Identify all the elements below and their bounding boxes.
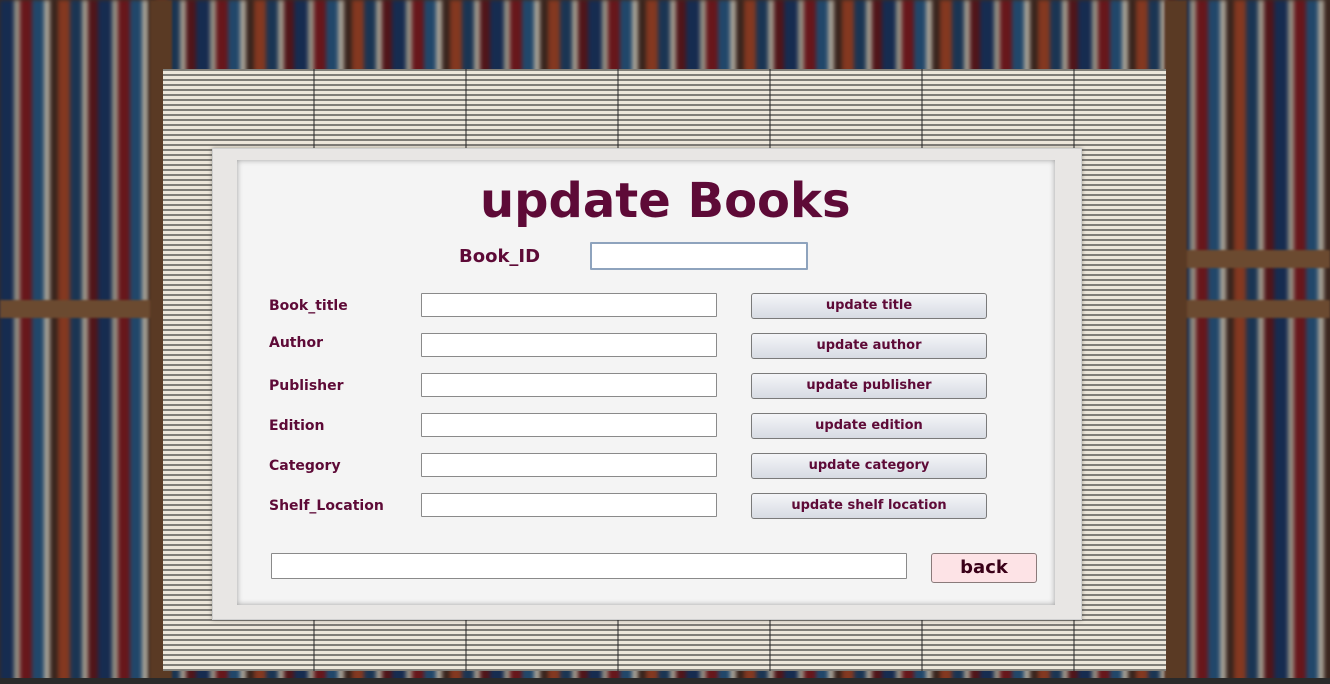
update-publisher-button[interactable]: update publisher — [751, 373, 987, 399]
status-field[interactable] — [271, 553, 907, 579]
book-title-input[interactable] — [421, 293, 717, 317]
category-label: Category — [269, 458, 341, 474]
update-shelf-location-button[interactable]: update shelf location — [751, 493, 987, 519]
update-author-button[interactable]: update author — [751, 333, 987, 359]
author-input[interactable] — [421, 333, 717, 357]
edition-label: Edition — [269, 418, 325, 434]
bottom-strip — [0, 678, 1330, 684]
update-edition-button[interactable]: update edition — [751, 413, 987, 439]
publisher-label: Publisher — [269, 378, 344, 394]
publisher-input[interactable] — [421, 373, 717, 397]
shelf-location-label: Shelf_Location — [269, 498, 384, 514]
update-title-button[interactable]: update title — [751, 293, 987, 319]
update-category-button[interactable]: update category — [751, 453, 987, 479]
author-label: Author — [269, 335, 323, 351]
back-button[interactable]: back — [931, 553, 1037, 583]
category-input[interactable] — [421, 453, 717, 477]
shelf-side — [1165, 0, 1187, 684]
book-title-label: Book_title — [269, 298, 348, 314]
book-id-label: Book_ID — [459, 246, 541, 267]
book-id-input[interactable] — [590, 242, 808, 270]
shelf-location-input[interactable] — [421, 493, 717, 517]
shelf-board — [1166, 250, 1330, 268]
edition-input[interactable] — [421, 413, 717, 437]
